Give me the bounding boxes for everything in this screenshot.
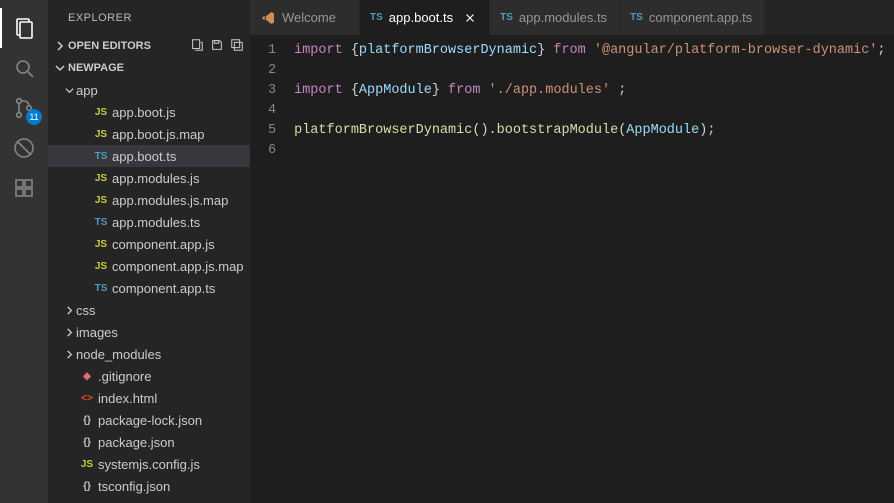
tree-file[interactable]: JS systemjs.config.js [48,453,250,475]
tree-file[interactable]: ◆ .gitignore [48,365,250,387]
section-open-editors[interactable]: OPEN EDITORS [48,35,250,57]
tree-label: package-lock.json [98,413,202,428]
tree-label: app [76,83,98,98]
tree-label: app.boot.js.map [112,127,205,142]
tree-label: node_modules [76,347,161,362]
code-lines: import {platformBrowserDynamic} from '@a… [294,41,885,161]
tree-label: app.boot.js [112,105,176,120]
tree-label: app.modules.ts [112,215,200,230]
activity-extensions[interactable] [0,168,48,208]
close-icon[interactable] [463,11,477,25]
tree-file[interactable]: TS component.app.ts [48,277,250,299]
json-icon: {} [76,481,98,492]
activity-search[interactable] [0,48,48,88]
tab-label: Welcome [282,10,336,25]
tree-folder-images[interactable]: images [48,321,250,343]
git-icon: ◆ [76,371,98,382]
html-icon: <> [76,393,98,404]
tree-file[interactable]: JS app.modules.js.map [48,189,250,211]
ts-icon: TS [90,151,112,162]
tab-label: component.app.ts [649,10,752,25]
tree-file[interactable]: JS app.modules.js [48,167,250,189]
editor-area: Welcome TS app.boot.ts TS app.modules.ts… [250,0,894,503]
file-tree: app JS app.boot.js JS app.boot.js.map TS… [48,79,250,503]
tree-folder-node-modules[interactable]: node_modules [48,343,250,365]
scm-badge: 11 [26,109,42,125]
chevron-right-icon [62,350,76,359]
tree-label: component.app.js.map [112,259,244,274]
activity-debug[interactable] [0,128,48,168]
chevron-right-icon [52,41,68,51]
sidebar: EXPLORER OPEN EDITORS NEWPAGE app JS app… [48,0,250,503]
tab-welcome[interactable]: Welcome [250,0,360,35]
tree-label: tsconfig.json [98,479,170,494]
chevron-down-icon [52,63,68,73]
collapse-all-icon[interactable] [230,38,244,55]
tree-file[interactable]: JS app.boot.js.map [48,123,250,145]
tree-label: app.modules.js.map [112,193,228,208]
js-icon: JS [76,459,98,470]
tree-label: css [76,303,96,318]
js-icon: JS [90,173,112,184]
json-icon: {} [76,437,98,448]
chevron-right-icon [62,328,76,337]
tree-file[interactable]: {} tsconfig.json [48,475,250,497]
js-icon: JS [90,261,112,272]
vscode-icon [260,10,276,26]
js-icon: JS [90,195,112,206]
section-label: OPEN EDITORS [68,40,151,52]
ts-icon: TS [90,283,112,294]
tab-app-modules[interactable]: TS app.modules.ts [490,0,620,35]
tree-label: systemjs.config.js [98,457,200,472]
chevron-right-icon [62,306,76,315]
tree-file-selected[interactable]: TS app.boot.ts [48,145,250,167]
tree-file[interactable]: {} package.json [48,431,250,453]
section-project[interactable]: NEWPAGE [48,57,250,79]
tab-label: app.modules.ts [519,10,607,25]
tree-folder-css[interactable]: css [48,299,250,321]
ts-icon: TS [90,217,112,228]
tree-label: component.app.ts [112,281,215,296]
ts-icon: TS [500,12,513,23]
tree-label: package.json [98,435,175,450]
activity-explorer[interactable] [0,8,48,48]
tree-file[interactable]: JS component.app.js.map [48,255,250,277]
json-icon: {} [76,415,98,426]
tree-folder-app[interactable]: app [48,79,250,101]
tree-label: index.html [98,391,157,406]
tab-component-app[interactable]: TS component.app.ts [620,0,765,35]
tab-label: app.boot.ts [389,10,453,25]
tree-label: .gitignore [98,369,151,384]
section-label: NEWPAGE [68,62,124,74]
js-icon: JS [90,239,112,250]
activity-scm[interactable]: 11 [0,88,48,128]
tree-file[interactable]: JS app.boot.js [48,101,250,123]
tree-file[interactable]: <> index.html [48,387,250,409]
ts-icon: TS [630,12,643,23]
js-icon: JS [90,107,112,118]
line-gutter: 1 2 3 4 5 6 [250,41,294,161]
editor-tabs: Welcome TS app.boot.ts TS app.modules.ts… [250,0,894,35]
tree-file[interactable]: {} package-lock.json [48,409,250,431]
tree-label: app.modules.js [112,171,199,186]
tree-file[interactable]: JS component.app.js [48,233,250,255]
activity-bar: 11 [0,0,48,503]
tree-file[interactable]: TS app.modules.ts [48,211,250,233]
tree-label: images [76,325,118,340]
code-editor[interactable]: 1 2 3 4 5 6 import {platformBrowserDynam… [250,35,894,161]
js-icon: JS [90,129,112,140]
new-file-icon[interactable] [190,38,204,55]
ts-icon: TS [370,12,383,23]
chevron-down-icon [62,86,76,95]
sidebar-title: EXPLORER [48,0,250,35]
save-all-icon[interactable] [210,38,224,55]
tree-label: component.app.js [112,237,215,252]
tab-app-boot[interactable]: TS app.boot.ts [360,0,490,35]
tree-label: app.boot.ts [112,149,176,164]
